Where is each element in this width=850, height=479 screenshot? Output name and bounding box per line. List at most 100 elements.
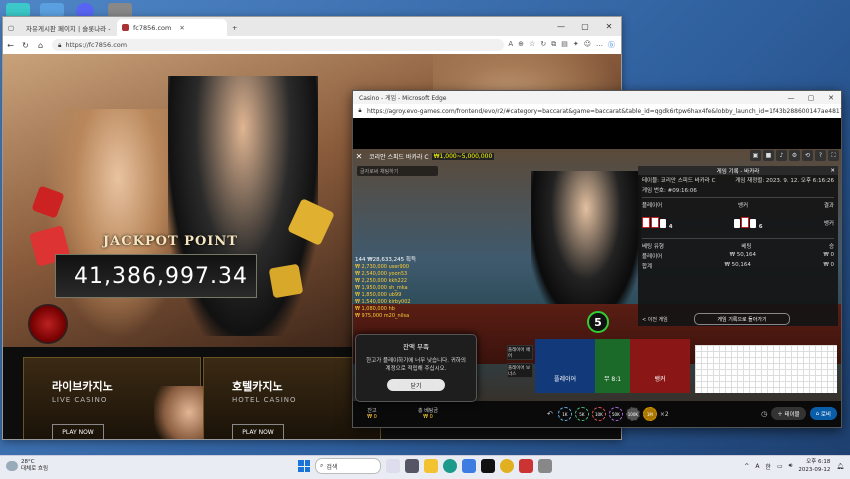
tab-fc7856[interactable]: fc7856.com ✕ — [117, 19, 227, 36]
banner-title: 호텔카지노 — [232, 380, 283, 393]
help-icon[interactable]: ? — [815, 150, 826, 161]
app-icon[interactable] — [538, 459, 552, 473]
double-icon[interactable]: ×2 — [660, 411, 669, 418]
history-game-number: 게임 번호: #09:16:06 — [642, 188, 697, 194]
tab-title: 자유게시판 페이지 | 슬롯나라 - — [26, 24, 111, 33]
settings-icon[interactable]: ⚙ — [789, 150, 800, 161]
bet-player-spot[interactable]: 플레이어 — [535, 339, 595, 393]
chip-1k[interactable]: 1K — [557, 407, 572, 421]
search-box[interactable]: ⌕ 검색 — [315, 458, 381, 474]
jackpot-value: 41,386,997.34 — [74, 263, 248, 289]
minimize-icon[interactable]: — — [549, 17, 573, 36]
notification-icon[interactable]: 🔔︎ — [836, 463, 844, 470]
list-item: ₩ 975,000 m20_nilsa — [355, 313, 410, 319]
cell: 합계 — [642, 264, 653, 270]
list-item: ₩ 1,850,000 ub99 — [355, 292, 402, 298]
chrome-icon[interactable] — [500, 459, 514, 473]
app-icon[interactable] — [519, 459, 533, 473]
tab-forum[interactable]: 자유게시판 페이지 | 슬롯나라 - ✕ — [17, 19, 117, 36]
chip-50k[interactable]: 50K — [608, 407, 623, 421]
close-window-icon[interactable]: ✕ — [821, 91, 841, 104]
refresh-icon[interactable]: ↻ — [540, 40, 546, 50]
close-tab-icon[interactable]: ✕ — [179, 24, 184, 32]
zoom-icon[interactable]: ⊕ — [518, 40, 524, 50]
maximize-icon[interactable]: ▢ — [801, 91, 821, 104]
cloud-icon — [6, 461, 18, 471]
edge-icon[interactable] — [443, 459, 457, 473]
desktop-icon[interactable] — [40, 3, 64, 17]
history-date: 게임 재정렬: 2023. 9. 12. 오후 6:16:26 — [735, 178, 834, 184]
tab-strip: ▢ 자유게시판 페이지 | 슬롯나라 - ✕ fc7856.com ✕ + — … — [3, 17, 621, 36]
table-name: 코리안 스피드 바카라 C — [369, 153, 429, 161]
clock[interactable]: 오후 6:18 2023-09-12 — [798, 458, 830, 474]
favorite-icon[interactable]: ☆ — [529, 40, 535, 50]
weather-desc: 대체로 흐림 — [21, 466, 49, 472]
ime-indicator[interactable]: 한 — [765, 462, 771, 471]
file-explorer-icon[interactable] — [424, 459, 438, 473]
address-bar[interactable]: 🔒︎ https://agroy.evo-games.com/frontend/… — [353, 104, 841, 119]
bet-banker-spot[interactable]: 뱅커 — [630, 339, 690, 393]
undo-icon[interactable]: ↶ — [547, 410, 553, 418]
side-bet-player-pair[interactable]: 플레이어 페어 — [507, 345, 533, 360]
table-button[interactable]: ＋ 테이블 — [771, 407, 806, 420]
camera-icon[interactable]: ▣ — [750, 150, 761, 161]
more-icon[interactable]: … — [596, 40, 603, 50]
desktop-icon[interactable] — [6, 3, 30, 17]
video-icon[interactable]: ■ — [763, 150, 774, 161]
language-indicator[interactable]: A — [755, 463, 759, 470]
volume-icon[interactable]: ♪ — [776, 150, 787, 161]
dialog-close-button[interactable]: 닫기 — [387, 379, 445, 391]
back-to-history-button[interactable]: 게임 기록으로 돌아가기 — [694, 313, 790, 325]
back-icon[interactable]: ← — [3, 41, 18, 50]
column-header: 베팅 — [741, 244, 752, 250]
banker-label: 뱅커 — [738, 203, 749, 209]
close-window-icon[interactable]: ✕ — [597, 17, 621, 36]
weather-widget[interactable]: 28°C 대체로 흐림 — [6, 459, 48, 473]
bing-icon[interactable]: ⓑ — [608, 40, 615, 50]
history-table: 테이블: 코리안 스피드 바카라 C — [642, 178, 716, 184]
task-view-icon[interactable] — [405, 459, 419, 473]
fullscreen-icon[interactable]: ⛶ — [828, 150, 839, 161]
profile-icon[interactable]: ☺ — [584, 40, 591, 50]
url-field[interactable]: 🔒︎ https://fc7856.com — [52, 39, 505, 51]
result-label: 결과 — [823, 203, 834, 209]
start-icon[interactable] — [298, 460, 310, 472]
banner-subtitle: LIVE CASINO — [52, 396, 108, 404]
store-icon[interactable] — [462, 459, 476, 473]
previous-game-button[interactable]: < 이전 게임 — [638, 316, 690, 323]
chip-5k[interactable]: 5K — [574, 407, 589, 421]
game-history-panel: 게임 기록 - 바카라 ✕ 테이블: 코리안 스피드 바카라 C 게임 재정렬:… — [638, 166, 838, 326]
refresh-icon[interactable]: ↻ — [18, 41, 33, 50]
live-casino-banner[interactable]: 라이브카지노 LIVE CASINO PLAY NOW — [23, 357, 224, 439]
chat-input[interactable]: 글자로써 채팅하기 — [357, 166, 438, 176]
bing-icon[interactable] — [386, 459, 400, 473]
history-icon[interactable]: ⟲ — [802, 150, 813, 161]
side-bet-player-bonus[interactable]: 플레이어 보너스 — [507, 363, 533, 378]
bet-tie-spot[interactable]: 무 8:1 — [595, 339, 630, 393]
network-icon[interactable]: ▭ — [777, 463, 783, 470]
close-icon[interactable]: ✕ — [830, 168, 835, 174]
minimize-icon[interactable]: — — [781, 91, 801, 104]
lobby-button[interactable]: ⌂ 로비 — [809, 407, 837, 420]
read-aloud-icon[interactable]: A — [508, 40, 513, 50]
volume-icon[interactable]: 🔊︎ — [789, 462, 793, 470]
chip-1m[interactable]: 1M — [642, 407, 657, 421]
close-icon[interactable]: ✕ — [353, 152, 365, 161]
extensions-icon[interactable]: ✦ — [573, 40, 579, 50]
split-screen-icon[interactable]: ⧉ — [551, 40, 556, 50]
chip-10k[interactable]: 10K — [591, 407, 606, 421]
collections-icon[interactable]: ▤ — [561, 40, 568, 50]
desktop-icon[interactable] — [108, 3, 132, 17]
chip-100k[interactable]: 100K — [625, 407, 640, 421]
game-topbar: ✕ 코리안 스피드 바카라 C ₩1,000~5,000,000 ▣ ■ ♪ ⚙… — [353, 149, 841, 163]
home-icon[interactable]: ⌂ — [33, 41, 48, 50]
tab-actions-icon[interactable]: ▢ — [3, 19, 17, 36]
play-now-button[interactable]: PLAY NOW — [232, 424, 284, 439]
banker-cards: 6 — [733, 216, 763, 230]
maximize-icon[interactable]: ▢ — [573, 17, 597, 36]
chevron-up-icon[interactable]: ^ — [744, 463, 749, 470]
play-now-button[interactable]: PLAY NOW — [52, 424, 104, 439]
winners-header: 144 ₩28,633,245 획득 — [355, 257, 417, 263]
app-icon[interactable] — [481, 459, 495, 473]
new-tab-button[interactable]: + — [227, 19, 242, 36]
